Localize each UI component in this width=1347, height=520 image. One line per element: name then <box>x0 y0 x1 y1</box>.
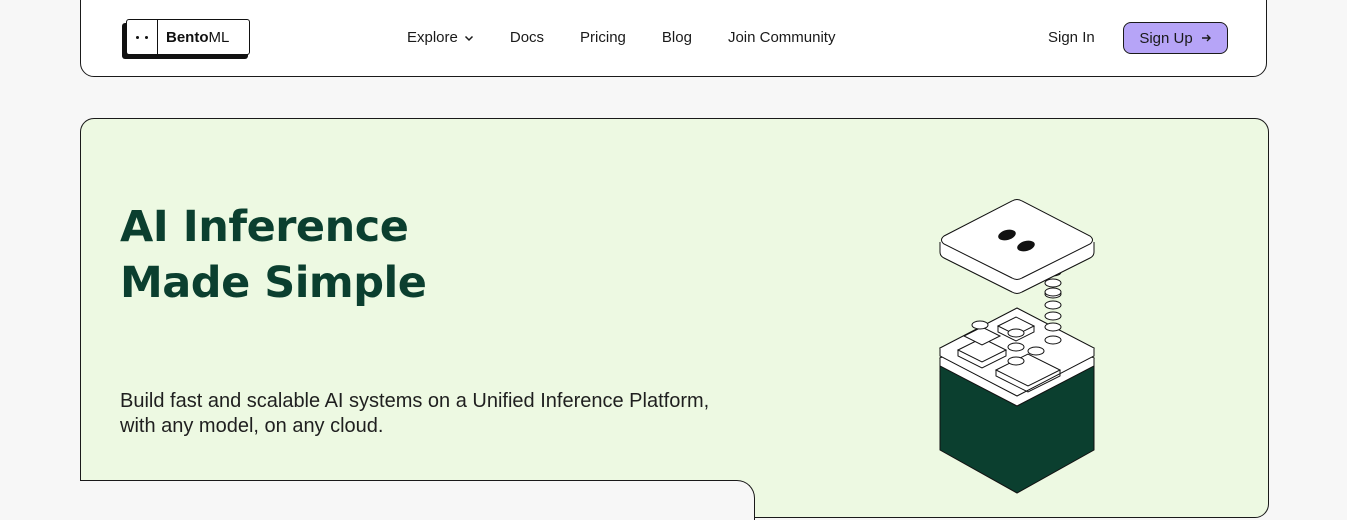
nav-item-pricing[interactable]: Pricing <box>580 29 626 46</box>
sign-up-label: Sign Up <box>1139 29 1193 47</box>
nav-item-label: Blog <box>661 29 692 46</box>
hero-subtitle-line-2: with any model, on any cloud. <box>120 415 384 437</box>
logo-wordmark: Bento ML <box>158 19 250 55</box>
logo-box: Bento ML <box>126 19 250 55</box>
sign-up-button[interactable]: Sign Up <box>1123 22 1228 54</box>
hero-title-line-2: Made Simple <box>120 258 427 308</box>
bento-box-icon <box>938 199 1096 494</box>
nav-item-join-community[interactable]: Join Community <box>728 29 836 46</box>
sign-in-link[interactable]: Sign In <box>1048 29 1095 46</box>
nav-item-docs[interactable]: Docs <box>510 29 544 46</box>
chevron-down-icon <box>464 35 473 41</box>
hero-subtitle: Build fast and scalable AI systems on a … <box>120 389 760 439</box>
logo-name-regular: ML <box>208 28 230 46</box>
logo-name-bold: Bento <box>166 28 209 46</box>
arrow-right-icon <box>1201 34 1211 42</box>
hero-title: AI Inference Made Simple <box>120 199 427 311</box>
bottom-panel-tab <box>80 480 755 520</box>
nav-item-label: Pricing <box>580 29 626 46</box>
nav-item-blog[interactable]: Blog <box>662 29 692 46</box>
hero-title-line-1: AI Inference <box>120 202 409 252</box>
logo-eyes-icon <box>126 19 158 55</box>
bentoml-logo[interactable]: Bento ML <box>122 19 252 59</box>
top-navigation: Bento ML Explore Docs Pricing Blog Join C… <box>80 0 1267 77</box>
nav-links: Explore Docs Pricing Blog Join Community <box>407 29 871 46</box>
nav-item-label: Join Community <box>727 29 836 46</box>
nav-item-explore[interactable]: Explore <box>407 29 474 46</box>
hero-subtitle-line-1: Build fast and scalable AI systems on a … <box>120 390 710 412</box>
nav-item-label: Explore <box>407 29 458 46</box>
nav-item-label: Docs <box>509 29 545 46</box>
